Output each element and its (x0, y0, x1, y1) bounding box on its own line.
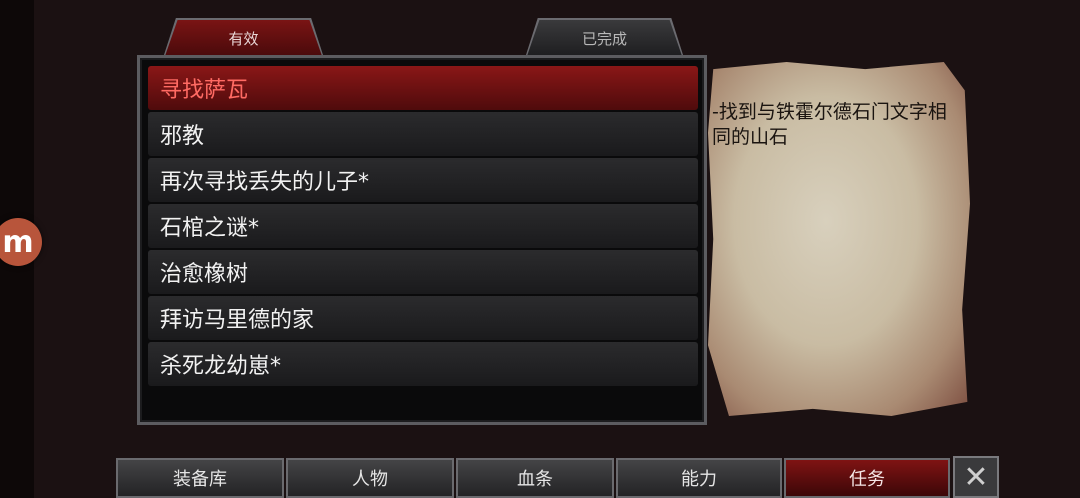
tab-completed-quests[interactable]: 已完成 (527, 20, 682, 56)
nav-inventory-button[interactable]: 装备库 (116, 458, 284, 498)
quest-detail-text: -找到与铁霍尔德石门文字相同的山石 (712, 101, 947, 148)
quest-item[interactable]: 拜访马里德的家 (148, 296, 698, 340)
quest-item[interactable]: 再次寻找丢失的儿子* (148, 158, 698, 202)
nav-health-button[interactable]: 血条 (456, 458, 614, 498)
quest-item[interactable]: 杀死龙幼崽* (148, 342, 698, 386)
nav-quests-button[interactable]: 任务 (784, 458, 950, 498)
tab-active-quests[interactable]: 有效 (165, 20, 322, 56)
quest-list: 寻找萨瓦 邪教 再次寻找丢失的儿子* 石棺之谜* 治愈橡树 拜访马里德的家 杀死… (148, 66, 698, 388)
quest-item[interactable]: 邪教 (148, 112, 698, 156)
nav-character-button[interactable]: 人物 (286, 458, 454, 498)
quest-list-panel: 寻找萨瓦 邪教 再次寻找丢失的儿子* 石棺之谜* 治愈橡树 拜访马里德的家 杀死… (137, 55, 707, 425)
close-button[interactable]: ✕ (953, 456, 999, 498)
floating-overlay-button[interactable]: m (0, 218, 42, 266)
quest-item[interactable]: 石棺之谜* (148, 204, 698, 248)
quest-item[interactable]: 治愈橡树 (148, 250, 698, 294)
close-icon: ✕ (963, 459, 989, 495)
nav-abilities-button[interactable]: 能力 (616, 458, 782, 498)
quest-item[interactable]: 寻找萨瓦 (148, 66, 698, 110)
